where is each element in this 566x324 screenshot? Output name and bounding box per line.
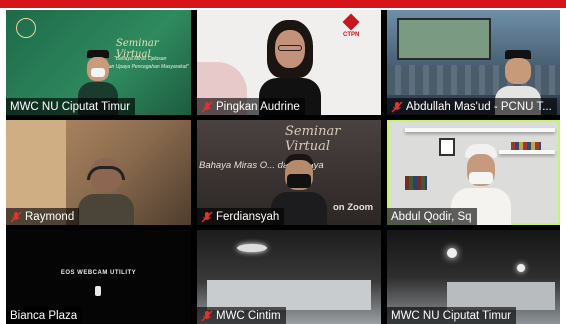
camera-icon — [95, 286, 101, 296]
muted-mic-icon — [10, 211, 22, 222]
participant-name-label: Abdullah Mas'ud - PCNU T... — [387, 98, 557, 115]
seminar-subtitle-2: dan Upaya Pencegahan Masyarakat" — [106, 64, 189, 70]
video-tile-abdullah-masud[interactable]: Abdullah Mas'ud - PCNU T... — [387, 10, 560, 115]
participant-name-label: Raymond — [6, 208, 80, 225]
bookshelf — [405, 128, 555, 132]
nu-logo — [16, 18, 36, 38]
ceiling-light — [517, 264, 525, 272]
video-gallery: Seminar Virtual "Bahaya Miras Oplosan da… — [6, 10, 560, 324]
muted-mic-icon — [201, 310, 213, 321]
top-accent-bar — [0, 0, 566, 8]
window-light — [447, 282, 555, 310]
participant-name-label: MWC NU Ciputat Timur — [387, 307, 517, 324]
video-tile-mwc-cintim[interactable]: MWC Cintim — [197, 230, 381, 324]
muted-mic-icon — [201, 211, 213, 222]
eos-webcam-text: EOS WEBCAM UTILITY — [60, 270, 137, 276]
seminar-zoom-text: on Zoom — [333, 202, 374, 213]
video-tile-mwc-nu-ciputat-timur-room[interactable]: MWC NU Ciputat Timur — [387, 230, 560, 324]
participant-name-label: Bianca Plaza — [6, 307, 83, 324]
video-tile-ferdiansyah[interactable]: Seminar Virtual Bahaya Miras O... dan Up… — [197, 120, 381, 225]
participant-name-label: Pingkan Audrine — [197, 98, 305, 115]
books — [511, 142, 541, 150]
ceiling-light — [447, 248, 457, 258]
video-tile-mwc-nu-ciputat-timur[interactable]: Seminar Virtual "Bahaya Miras Oplosan da… — [6, 10, 191, 115]
muted-mic-icon — [391, 101, 403, 112]
participant-name-label: MWC NU Ciputat Timur — [6, 98, 136, 115]
seminar-subtitle-1: "Bahaya Miras Oplosan — [114, 56, 167, 62]
video-tile-abdul-qodir[interactable]: Abdul Qodir, Sq — [387, 120, 560, 225]
video-tile-bianca-plaza[interactable]: EOS WEBCAM UTILITY Bianca Plaza — [6, 230, 191, 324]
participant-figure — [78, 158, 134, 225]
ctpn-logo-text: CTPN — [343, 32, 360, 38]
books — [405, 176, 427, 190]
video-tile-pingkan-audrine[interactable]: CTPN Pingkan Audrine — [197, 10, 381, 115]
participant-name-label: Ferdiansyah — [197, 208, 285, 225]
participant-name-label: MWC Cintim — [197, 307, 286, 324]
seminar-title-text: Seminar Virtual — [285, 124, 341, 154]
window-light — [207, 280, 371, 310]
participant-name-label: Abdul Qodir, Sq — [387, 208, 477, 225]
video-tile-raymond[interactable]: Raymond — [6, 120, 191, 225]
muted-mic-icon — [201, 101, 213, 112]
ceiling-light — [237, 244, 267, 252]
ctpn-logo-icon — [342, 13, 360, 31]
banner-screen — [397, 18, 491, 60]
